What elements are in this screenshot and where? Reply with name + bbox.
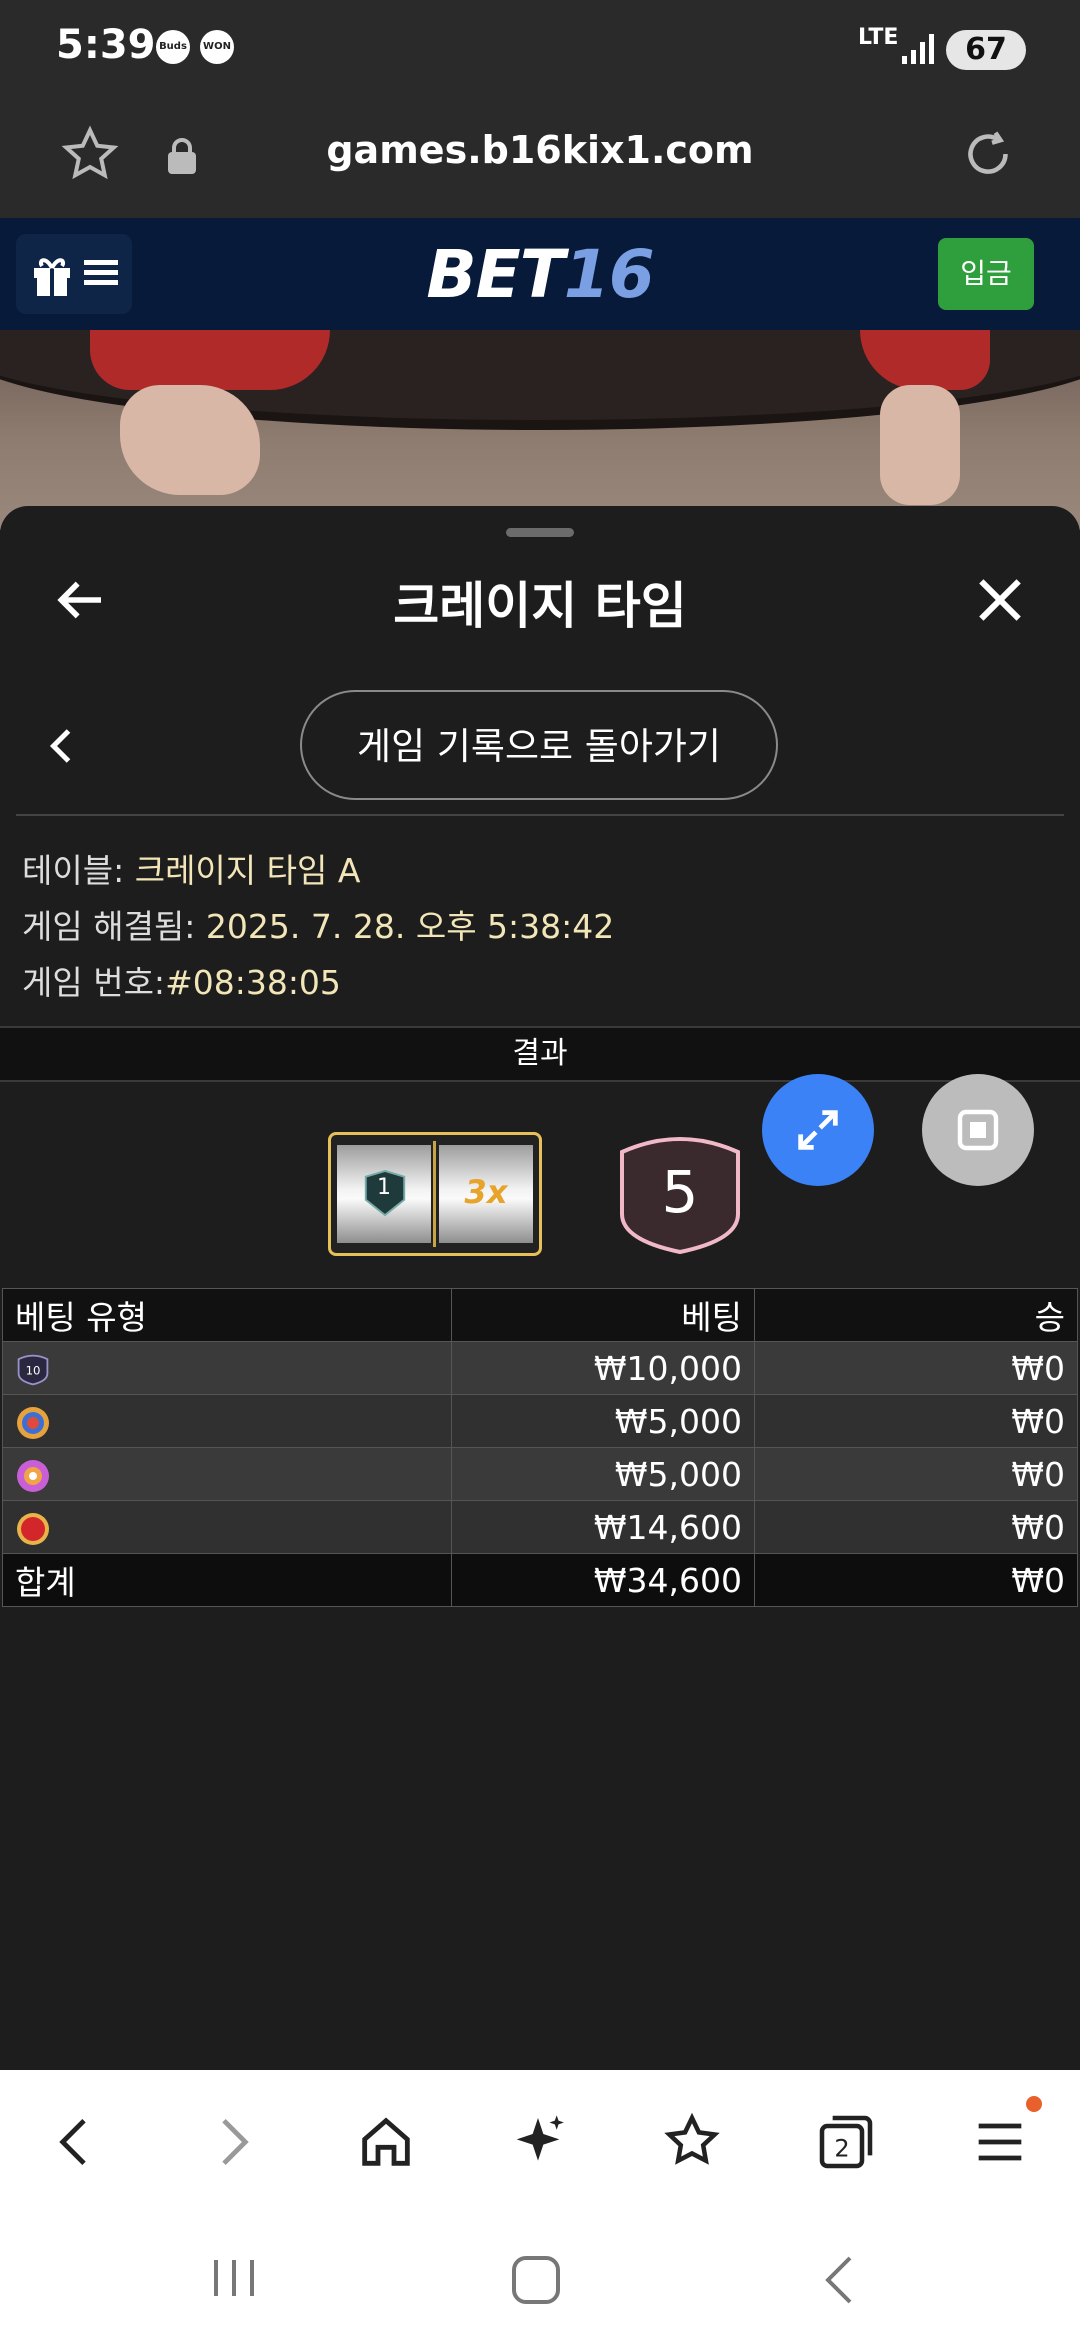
tabs-icon[interactable]: 2: [814, 2110, 878, 2174]
pachinko-icon: [17, 1459, 49, 1492]
top-slot-result: 1 3x: [328, 1132, 542, 1256]
nav-back-icon[interactable]: [44, 2110, 108, 2174]
panel-title: 크레이지 타임: [393, 577, 687, 635]
reload-icon[interactable]: [958, 124, 1018, 184]
recents-icon[interactable]: [204, 2256, 264, 2300]
won-badge: WON: [200, 30, 234, 64]
slot-left-value: 1: [377, 1175, 391, 1200]
battery-indicator: 67: [946, 30, 1026, 70]
table-header-row: 베팅 유형 베팅 승: [2, 1288, 1078, 1342]
divider: [16, 814, 1064, 816]
site-header: BET16 입금: [0, 218, 1080, 332]
slot-reel-left: 1: [337, 1145, 431, 1243]
bet-amount: ₩5,000: [451, 1394, 755, 1448]
status-bar: 5:39 Buds WON LTE 67: [0, 0, 1080, 100]
game-history-panel: 크레이지 타임 게임 기록으로 돌아가기 테이블: 크레이지 타임 A 게임 해…: [0, 506, 1080, 2070]
expand-icon: [798, 1110, 838, 1150]
network-type: LTE: [858, 25, 899, 50]
number-10-text: 10: [26, 1363, 41, 1377]
close-icon[interactable]: [972, 572, 1028, 628]
bookmarks-icon[interactable]: [660, 2110, 724, 2174]
bet-amount: ₩5,000: [451, 1447, 755, 1501]
back-system-icon[interactable]: [816, 2252, 860, 2308]
total-win: ₩0: [754, 1553, 1078, 1607]
stop-button[interactable]: [922, 1074, 1034, 1186]
bet-type-cell: [2, 1500, 452, 1554]
info-resolved-value: 2025. 7. 28. 오후 5:38:42: [205, 907, 615, 946]
logo-bet: BET: [426, 236, 564, 313]
result-header: 결과: [0, 1026, 1080, 1082]
slot-divider: [433, 1141, 436, 1247]
menu-icon[interactable]: [968, 2110, 1032, 2174]
table-row: ₩5,000 ₩0: [2, 1447, 1078, 1501]
slot-reel-right: 3x: [439, 1145, 533, 1243]
live-video-stream: [0, 330, 1080, 530]
sparkle-icon[interactable]: [506, 2110, 570, 2174]
bet-type-cell: 10: [2, 1341, 452, 1395]
info-resolved: 게임 해결됨: 2025. 7. 28. 오후 5:38:42: [22, 900, 614, 948]
browser-url-bar: games.b16kix1.com: [0, 100, 1080, 218]
info-game-number: 게임 번호:#08:38:05: [22, 956, 341, 1004]
logo-16: 16: [563, 236, 655, 313]
table-total-row: 합계 ₩34,600 ₩0: [2, 1553, 1078, 1607]
win-amount: ₩0: [754, 1341, 1078, 1395]
deposit-button[interactable]: 입금: [938, 238, 1034, 310]
info-table-label: 테이블:: [22, 851, 125, 890]
dealer-hand-right: [880, 385, 960, 505]
drag-handle[interactable]: [506, 528, 574, 537]
result-number: 5: [661, 1158, 699, 1226]
status-time: 5:39: [56, 22, 156, 68]
home-icon[interactable]: [354, 2110, 418, 2174]
nav-forward-icon[interactable]: [200, 2110, 264, 2174]
win-amount: ₩0: [754, 1500, 1078, 1554]
fullscreen-button[interactable]: [762, 1074, 874, 1186]
info-resolved-label: 게임 해결됨:: [22, 907, 196, 946]
number-10-icon: 10: [17, 1354, 49, 1386]
system-nav-bar: [0, 2210, 1080, 2340]
win-amount: ₩0: [754, 1394, 1078, 1448]
home-system-icon[interactable]: [510, 2254, 562, 2306]
back-to-history-button[interactable]: 게임 기록으로 돌아가기: [300, 690, 778, 800]
col-bet: 베팅: [451, 1288, 755, 1342]
bets-table: 베팅 유형 베팅 승 10 ₩10,000 ₩0 ₩5,000 ₩0 ₩5,00…: [2, 1288, 1078, 1607]
coin-flip-icon: [17, 1406, 49, 1439]
info-table-value: 크레이지 타임 A: [134, 851, 361, 890]
notification-dot: [1026, 2096, 1042, 2112]
slot-right-value: 3x: [464, 1173, 508, 1211]
col-bet-type: 베팅 유형: [2, 1288, 452, 1342]
dealer-sleeve-left: [90, 330, 330, 390]
bet-type-cell: [2, 1447, 452, 1501]
signal-icon: [902, 34, 934, 64]
col-win: 승: [754, 1288, 1078, 1342]
table-row: ₩5,000 ₩0: [2, 1394, 1078, 1448]
tab-count: 2: [834, 2135, 849, 2163]
info-game-number-value: #08:38:05: [165, 963, 341, 1002]
bet-amount: ₩14,600: [451, 1500, 755, 1554]
buds-badge: Buds: [156, 30, 190, 64]
info-table: 테이블: 크레이지 타임 A: [22, 844, 360, 892]
table-row: ₩14,600 ₩0: [2, 1500, 1078, 1554]
dealer-hand-left: [120, 385, 260, 495]
bet-type-cell: [2, 1394, 452, 1448]
crazy-time-icon: [17, 1512, 49, 1545]
browser-bottom-nav: 2: [0, 2070, 1080, 2210]
chevron-left-icon[interactable]: [44, 726, 78, 766]
url-text[interactable]: games.b16kix1.com: [0, 128, 1080, 172]
win-amount: ₩0: [754, 1447, 1078, 1501]
stop-icon: [957, 1109, 999, 1151]
site-logo[interactable]: BET16: [0, 236, 1080, 313]
table-row: 10 ₩10,000 ₩0: [2, 1341, 1078, 1395]
info-game-number-label: 게임 번호:: [22, 963, 166, 1002]
total-label: 합계: [2, 1553, 452, 1607]
bet-amount: ₩10,000: [451, 1341, 755, 1395]
total-bet: ₩34,600: [451, 1553, 755, 1607]
